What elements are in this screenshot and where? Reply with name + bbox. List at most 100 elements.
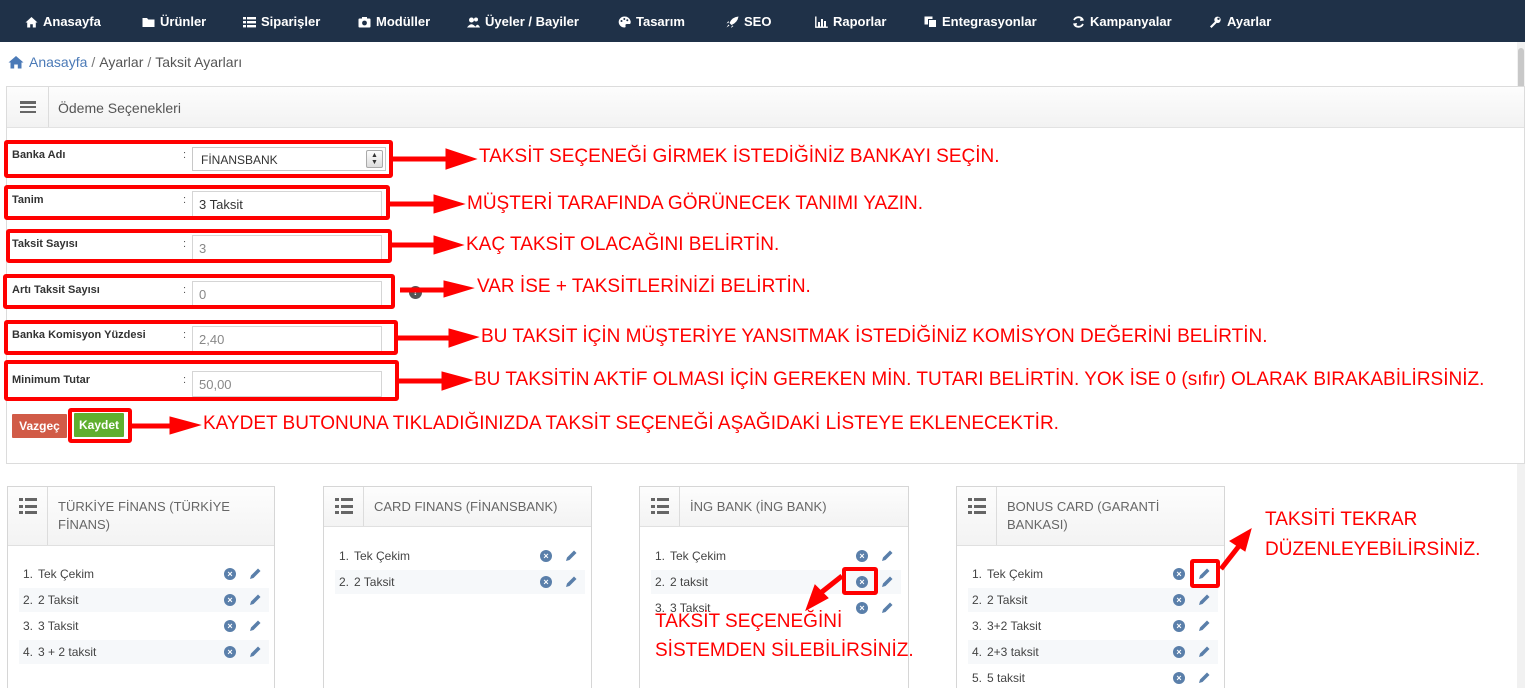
delete-icon[interactable]: × — [856, 550, 868, 562]
delete-icon[interactable]: × — [1173, 646, 1185, 658]
item-number: 3. — [971, 619, 982, 633]
panel-header: Ödeme Seçenekleri — [7, 87, 1524, 128]
nav-item-tasarim[interactable]: Tasarım — [618, 0, 685, 42]
breadcrumb-separator: / — [91, 54, 96, 70]
item-number: 2. — [338, 575, 349, 589]
card-title-line: İNG BANK (İNG BANK) — [690, 499, 827, 514]
edit-pencil-icon[interactable] — [248, 645, 262, 659]
item-number: 1. — [971, 567, 982, 581]
nav-label: Ürünler — [160, 13, 207, 29]
nav-label: SEO — [744, 13, 772, 29]
annotation-box-minimum — [4, 360, 399, 401]
nav-item-siparisler[interactable]: Siparişler — [243, 0, 320, 42]
list-item: 3. 3+2 Taksit × — [968, 614, 1218, 638]
annotation-text-delete-line2: SİSTEMDEN SİLEBİLİRSİNİZ. — [655, 640, 914, 661]
list-icon — [334, 498, 353, 514]
refresh-icon — [1072, 15, 1085, 28]
delete-icon[interactable]: × — [224, 594, 236, 606]
nav-item-kampanyalar[interactable]: Kampanyalar — [1072, 0, 1172, 42]
list-item: 2. 2 Taksit × — [19, 588, 269, 612]
delete-icon[interactable]: × — [1173, 672, 1185, 684]
delete-icon[interactable]: × — [224, 568, 236, 580]
annotation-box-count — [6, 229, 392, 263]
cancel-button[interactable]: Vazgeç — [12, 414, 67, 438]
breadcrumb-current: Taksit Ayarları — [155, 54, 243, 70]
menu-icon — [19, 101, 36, 113]
delete-icon[interactable]: × — [856, 602, 868, 614]
list-item: 4. 3 + 2 taksit × — [19, 640, 269, 664]
list-icon — [243, 16, 256, 27]
edit-pencil-icon[interactable] — [564, 575, 578, 589]
list-item: 1. Tek Çekim × — [19, 562, 269, 586]
card-title: BONUS CARD (GARANTİ BANKASI) — [1007, 498, 1159, 534]
delete-icon[interactable]: × — [224, 620, 236, 632]
nav-label: Siparişler — [261, 13, 321, 29]
edit-pencil-icon[interactable] — [248, 593, 262, 607]
nav-item-raporlar[interactable]: Raporlar — [815, 0, 886, 42]
nav-label: Entegrasyonlar — [942, 13, 1037, 29]
rocket-icon — [726, 16, 739, 28]
annotation-text-commission: BU TAKSİT İÇİN MÜŞTERİYE YANSITMAK İSTED… — [481, 326, 1268, 347]
annotation-box-plus — [3, 274, 395, 309]
annotation-text-count: KAÇ TAKSİT OLACAĞINI BELİRTİN. — [466, 234, 780, 255]
panel-menu-button[interactable] — [7, 87, 49, 127]
card-title: CARD FINANS (FİNANSBANK) — [374, 498, 557, 516]
item-number: 1. — [22, 567, 33, 581]
edit-pencil-icon[interactable] — [1197, 593, 1211, 607]
arrow-edit — [1219, 527, 1252, 571]
delete-icon[interactable]: × — [224, 646, 236, 658]
card-title-line: BANKASI) — [1007, 517, 1068, 532]
nav-item-seo[interactable]: SEO — [726, 0, 771, 42]
edit-pencil-icon[interactable] — [1197, 671, 1211, 685]
card-title-line: CARD FINANS (FİNANSBANK) — [374, 499, 558, 514]
annotation-box-bank — [4, 140, 393, 178]
nav-item-ayarlar[interactable]: Ayarlar — [1209, 0, 1271, 42]
breadcrumb-separator: / — [147, 54, 152, 70]
nav-item-uyeler[interactable]: Üyeler / Bayiler — [467, 0, 579, 42]
delete-icon[interactable]: × — [540, 550, 552, 562]
item-number: 2. — [654, 575, 665, 589]
annotation-text-delete-line1: TAKSİT SEÇENEĞİNİ — [655, 611, 843, 632]
camera-icon — [358, 16, 371, 27]
annotation-box-name — [4, 185, 390, 220]
nav-item-anasayfa[interactable]: Anasayfa — [25, 0, 101, 42]
edit-pencil-icon[interactable] — [1197, 619, 1211, 633]
edit-pencil-icon[interactable] — [880, 601, 894, 615]
edit-pencil-icon[interactable] — [248, 619, 262, 633]
annotation-text-save: KAYDET BUTONUNA TIKLADIĞINIZDA TAKSİT SE… — [203, 413, 1059, 434]
edit-pencil-icon[interactable] — [248, 567, 262, 581]
nav-item-moduller[interactable]: Modüller — [358, 0, 430, 42]
nav-item-entegrasyonlar[interactable]: Entegrasyonlar — [924, 0, 1037, 42]
item-number: 1. — [338, 549, 349, 563]
breadcrumb-home-link[interactable]: Anasayfa — [29, 54, 87, 70]
edit-pencil-icon[interactable] — [1197, 645, 1211, 659]
folder-icon — [142, 16, 155, 27]
nav-label: Modüller — [376, 13, 431, 29]
users-icon — [467, 16, 480, 27]
edit-pencil-icon[interactable] — [880, 549, 894, 563]
card-menu-button[interactable] — [8, 487, 48, 545]
annotation-box-edit — [1190, 559, 1220, 588]
delete-icon[interactable]: × — [540, 576, 552, 588]
card-menu-button[interactable] — [640, 487, 680, 526]
palette-icon — [618, 15, 631, 27]
card-menu-button[interactable] — [324, 487, 364, 526]
annotation-text-edit-line2: DÜZENLEYEBİLİRSİNİZ. — [1265, 539, 1481, 560]
edit-pencil-icon[interactable] — [564, 549, 578, 563]
home-icon — [8, 56, 24, 69]
card-menu-button[interactable] — [957, 487, 997, 545]
edit-pencil-icon[interactable] — [880, 575, 894, 589]
delete-icon[interactable]: × — [1173, 568, 1185, 580]
panel-title: Ödeme Seçenekleri — [58, 100, 181, 116]
help-icon[interactable]: ? — [409, 286, 422, 299]
annotation-box-delete — [842, 567, 878, 595]
delete-icon[interactable]: × — [1173, 620, 1185, 632]
breadcrumb: Anasayfa / Ayarlar / Taksit Ayarları — [8, 53, 242, 71]
nav-item-urunler[interactable]: Ürünler — [142, 0, 206, 42]
nav-label: Ayarlar — [1227, 13, 1272, 29]
wrench-icon — [1209, 16, 1222, 28]
annotation-text-edit-line1: TAKSİTİ TEKRAR — [1265, 509, 1418, 530]
delete-icon[interactable]: × — [1173, 594, 1185, 606]
chart-icon — [815, 16, 828, 28]
home-icon — [25, 16, 38, 27]
